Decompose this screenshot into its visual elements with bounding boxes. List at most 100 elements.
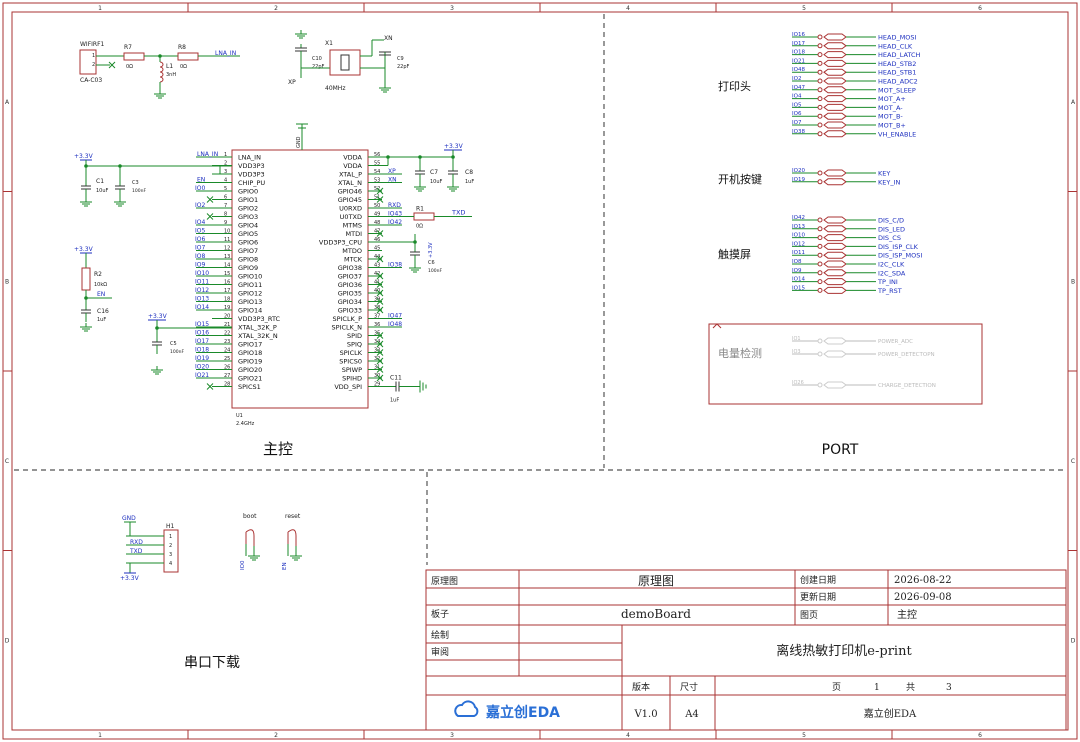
battery-net-name: POWER_DETECTOPN — [878, 352, 935, 358]
net-label-io: IO13 — [195, 296, 209, 303]
battery-title: 电量检测 — [718, 346, 762, 360]
mcu-pin-name: MTCK — [344, 256, 363, 264]
touch-net-name: DIS_LED — [878, 225, 905, 233]
net-label-lna-in: LNA_IN — [215, 50, 236, 57]
cap-value: 1uF — [390, 398, 399, 404]
resistor-r2 — [81, 267, 91, 291]
net-port-symbol — [823, 278, 847, 286]
mcu-pin-name: VDD3P3 — [238, 171, 265, 179]
tb-label-version: 版本 — [632, 681, 650, 693]
mcu-pin-name: GPIO2 — [238, 205, 258, 213]
mcu-pin-name: GPIO45 — [338, 196, 362, 204]
tb-pageno: 1 — [874, 683, 880, 693]
net-port-symbol — [823, 103, 847, 111]
inner-border — [11, 11, 1069, 731]
touch-net-name: I2C_CLK — [878, 261, 905, 269]
connector-pin — [817, 252, 823, 258]
connector-pin — [817, 270, 823, 276]
net-port-symbol — [823, 286, 847, 294]
boot-button-symbol — [245, 529, 255, 546]
column-marker: 4 — [626, 732, 630, 739]
mcu-pin-name: GPIO20 — [238, 366, 262, 374]
mcu-pin-name: XTAL_32K_P — [238, 324, 277, 332]
mcu-pin-name: GPIO9 — [238, 264, 258, 272]
crystal-frequency: 40MHz — [325, 85, 345, 92]
printhead-net-name: MOT_A- — [878, 104, 903, 112]
tb-size: A4 — [684, 709, 699, 720]
tb-label-updated: 更新日期 — [800, 591, 836, 603]
resistor-value: 10kΩ — [94, 282, 107, 288]
schematic-sheet: 1 1 2 2 3 3 4 4 5 5 6 6 A A B B C C D D 主控 PORT 串口下载 WIFIRF1 1 2 C… — [0, 0, 1080, 742]
net-label-io: IO6 — [195, 236, 205, 243]
printhead-net-name: HEAD_STB2 — [878, 60, 916, 68]
connector-pin — [817, 287, 823, 293]
tb-label-board: 板子 — [431, 608, 449, 620]
cap-ref: C16 — [97, 308, 109, 315]
net-label-io: IO43 — [388, 211, 402, 218]
net-label-io: RXD — [388, 202, 401, 209]
reset-button-net: EN — [282, 562, 288, 570]
net-port-symbol — [823, 130, 847, 138]
warning-icon — [712, 323, 722, 329]
mcu-pin-name: VDD3P3_RTC — [238, 315, 281, 323]
mcu-pin-name: GPIO37 — [338, 273, 362, 281]
printhead-net-name: MOT_B- — [878, 113, 903, 121]
net-port-symbol — [823, 33, 847, 41]
tb-label-size: 尺寸 — [680, 681, 698, 693]
cap-ref: C1 — [96, 178, 104, 185]
tb-label-pageno: 页 — [832, 682, 841, 693]
mcu-pin-name: GPIO34 — [338, 298, 362, 306]
connector-pin — [817, 338, 823, 344]
resistor-r1 — [413, 212, 435, 221]
connector-pin — [817, 179, 823, 185]
net-port-symbol — [823, 269, 847, 277]
tb-value-schematic: 原理图 — [638, 574, 674, 588]
connector-pin — [817, 235, 823, 241]
mcu-ref: U1 — [236, 413, 243, 419]
tb-company: 嘉立创EDA — [864, 707, 917, 720]
resistor-ref: R7 — [124, 44, 132, 51]
inductor-value: 3nH — [166, 72, 176, 78]
net-label-xn: XN — [384, 35, 393, 42]
mcu-pin-name: U0TXD — [340, 213, 362, 221]
touch-net-name: I2C_SDA — [878, 269, 906, 277]
mcu-pin-name: XTAL_32K_N — [238, 332, 278, 340]
mcu-pin-name: GPIO38 — [338, 264, 362, 272]
mcu-gnd-pin: GND — [296, 136, 302, 148]
printhead-net-name: HEAD_CLK — [878, 42, 913, 50]
mcu-pin-name: SPICLK_P — [332, 315, 362, 323]
mcu-pin-name: VDDA — [343, 154, 362, 162]
crystal-element — [340, 54, 350, 71]
net-port-symbol — [823, 350, 847, 358]
net-port-symbol — [823, 242, 847, 250]
power-label: +3.3V — [74, 153, 94, 160]
printhead-net-name: HEAD_MOSI — [878, 34, 917, 42]
mcu-pin-name: GPIO46 — [338, 188, 362, 196]
mcu-pin-name: VDDA — [343, 162, 362, 170]
tb-version: V1.0 — [633, 709, 657, 720]
net-port-symbol — [823, 169, 847, 177]
printhead-title: 打印头 — [718, 79, 751, 93]
resistor-r7 — [123, 52, 145, 61]
mcu-pin-name: SPICS1 — [238, 383, 261, 391]
touch-net-name: TP_INI — [877, 278, 898, 286]
column-marker: 6 — [978, 732, 982, 739]
net-label-io: IO21 — [195, 372, 209, 379]
mcu-pin-name: LNA_IN — [238, 154, 261, 162]
mcu-pin-name: GPIO5 — [238, 230, 258, 238]
resistor-value: 0Ω — [126, 64, 133, 70]
net-port-symbol — [823, 68, 847, 76]
mcu-pin-name: GPIO21 — [238, 375, 262, 383]
connector-pin — [817, 351, 823, 357]
header-pin-number: 1 — [169, 534, 172, 540]
tb-project-title: 离线热敏打印机e-print — [776, 643, 912, 659]
net-port-symbol — [823, 178, 847, 186]
column-marker: 6 — [978, 5, 982, 12]
mcu-pin-name: VDD3P3_CPU — [319, 239, 362, 247]
net-label-io: IO42 — [388, 219, 402, 226]
connector-pin — [817, 87, 823, 93]
cap-ref: C10 — [312, 56, 322, 62]
cap-value: 1uF — [465, 179, 474, 185]
net-port-symbol — [823, 51, 847, 59]
connector-pin — [817, 261, 823, 267]
